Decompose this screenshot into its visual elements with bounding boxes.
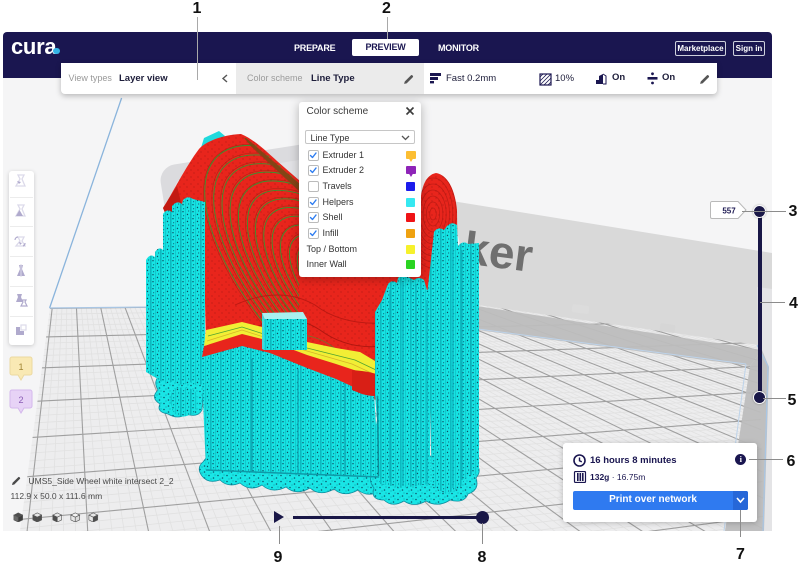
svg-text:1: 1 — [18, 362, 23, 372]
svg-text:2: 2 — [18, 395, 23, 405]
svg-text:557: 557 — [722, 207, 736, 216]
